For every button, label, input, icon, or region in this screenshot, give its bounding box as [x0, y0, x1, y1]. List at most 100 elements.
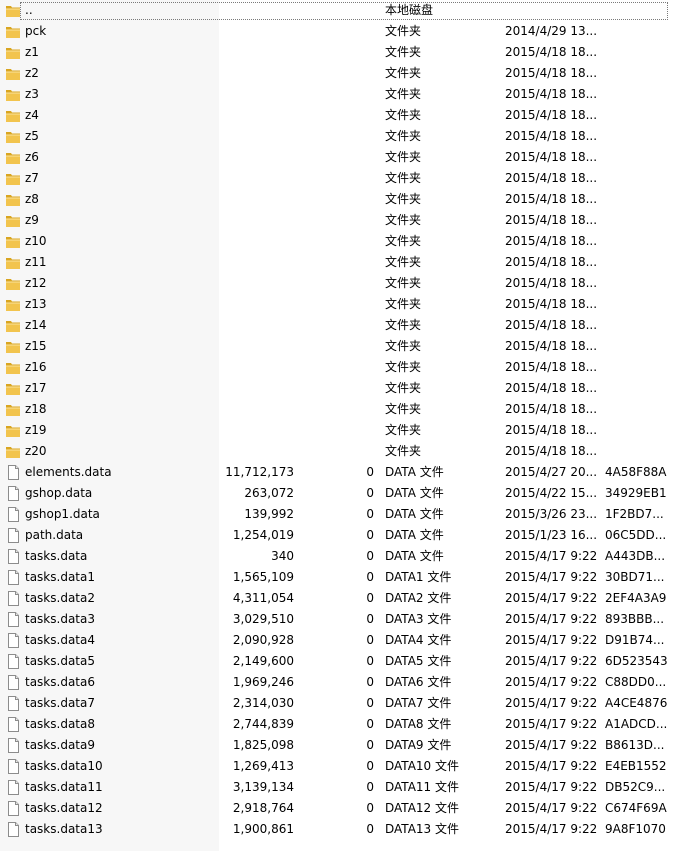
file-row[interactable]: tasks.data7 2,314,030 0 DATA7 文件 2015/4/17 9…: [0, 693, 682, 714]
row-name: tasks.data10: [25, 759, 103, 773]
file-row[interactable]: z12 文件夹 2015/4/18 18...: [0, 273, 682, 294]
row-date: 2015/4/17 9:22: [505, 801, 598, 815]
row-type: DATA5 文件: [385, 654, 452, 668]
row-type: 文件夹: [385, 423, 422, 437]
row-packed: 0: [366, 486, 374, 500]
row-type: DATA11 文件: [385, 780, 459, 794]
row-crc: B8613D...: [605, 738, 665, 752]
row-type: 文件夹: [385, 66, 422, 80]
row-date: 2015/4/18 18...: [505, 360, 598, 374]
file-row[interactable]: z20 文件夹 2015/4/18 18...: [0, 441, 682, 462]
row-crc: [605, 105, 680, 126]
row-packed: 0: [366, 738, 374, 752]
row-date: 2015/4/22 15...: [505, 486, 598, 500]
file-row[interactable]: z16 文件夹 2015/4/18 18...: [0, 357, 682, 378]
row-size: [219, 210, 294, 231]
file-row[interactable]: tasks.data3 3,029,510 0 DATA3 文件 2015/4/17 9…: [0, 609, 682, 630]
row-name: tasks.data8: [25, 717, 95, 731]
row-date: 2015/4/17 9:22: [505, 738, 598, 752]
row-date: 2015/4/17 9:22: [505, 717, 598, 731]
row-size: 4,311,054: [232, 591, 294, 605]
file-icon: [5, 486, 21, 501]
file-row[interactable]: elements.data 11,712,173 0 DATA 文件 2015/4/27…: [0, 462, 682, 483]
file-row[interactable]: tasks.data10 1,269,413 0 DATA10 文件 2015/4/17…: [0, 756, 682, 777]
file-row[interactable]: z5 文件夹 2015/4/18 18...: [0, 126, 682, 147]
row-date: 2015/4/17 9:22: [505, 591, 598, 605]
row-crc: 6D523543: [605, 654, 668, 668]
folder-icon: [5, 339, 21, 354]
row-size: [219, 399, 294, 420]
file-row[interactable]: z9 文件夹 2015/4/18 18...: [0, 210, 682, 231]
file-list[interactable]: .. 本地磁盘 pck 文件夹 2014/4/29 13... z1 文件夹 2015/4/1…: [0, 0, 682, 851]
row-type: 文件夹: [385, 45, 422, 59]
file-row[interactable]: z3 文件夹 2015/4/18 18...: [0, 84, 682, 105]
file-row[interactable]: tasks.data9 1,825,098 0 DATA9 文件 2015/4/17 9…: [0, 735, 682, 756]
file-row[interactable]: z10 文件夹 2015/4/18 18...: [0, 231, 682, 252]
parent-directory-row[interactable]: .. 本地磁盘: [0, 0, 682, 21]
row-name: tasks.data1: [25, 570, 95, 584]
row-type: DATA13 文件: [385, 822, 459, 836]
row-date: 2015/4/17 9:22: [505, 612, 598, 626]
file-row[interactable]: gshop.data 263,072 0 DATA 文件 2015/4/22 15...…: [0, 483, 682, 504]
file-row[interactable]: gshop1.data 139,992 0 DATA 文件 2015/3/26 23..…: [0, 504, 682, 525]
row-size: [219, 189, 294, 210]
file-row[interactable]: tasks.data6 1,969,246 0 DATA6 文件 2015/4/17 9…: [0, 672, 682, 693]
file-icon: [5, 801, 21, 816]
row-type: 文件夹: [385, 402, 422, 416]
file-row[interactable]: tasks.data5 2,149,600 0 DATA5 文件 2015/4/17 9…: [0, 651, 682, 672]
file-row[interactable]: tasks.data2 4,311,054 0 DATA2 文件 2015/4/17 9…: [0, 588, 682, 609]
row-size: [219, 42, 294, 63]
row-packed: 0: [366, 570, 374, 584]
row-date: 2015/3/26 23...: [505, 507, 598, 521]
row-date: 2015/4/18 18...: [505, 150, 598, 164]
file-row[interactable]: z19 文件夹 2015/4/18 18...: [0, 420, 682, 441]
row-type: 文件夹: [385, 339, 422, 353]
row-packed: [300, 126, 374, 147]
file-row[interactable]: tasks.data8 2,744,839 0 DATA8 文件 2015/4/17 9…: [0, 714, 682, 735]
row-crc: [605, 399, 680, 420]
file-row[interactable]: z15 文件夹 2015/4/18 18...: [0, 336, 682, 357]
file-row[interactable]: tasks.data 340 0 DATA 文件 2015/4/17 9:22 A443D…: [0, 546, 682, 567]
file-row[interactable]: z2 文件夹 2015/4/18 18...: [0, 63, 682, 84]
row-crc: [605, 378, 680, 399]
row-size: 263,072: [244, 486, 294, 500]
row-date: 2015/4/17 9:22: [505, 696, 598, 710]
row-name: z11: [25, 255, 47, 269]
row-name: z16: [25, 360, 47, 374]
row-date: 2015/4/18 18...: [505, 129, 598, 143]
row-packed: [300, 273, 374, 294]
file-row[interactable]: tasks.data12 2,918,764 0 DATA12 文件 2015/4/17…: [0, 798, 682, 819]
row-packed: 0: [366, 507, 374, 521]
file-icon: [5, 696, 21, 711]
row-crc: [605, 231, 680, 252]
file-row[interactable]: z18 文件夹 2015/4/18 18...: [0, 399, 682, 420]
file-icon: [5, 738, 21, 753]
file-row[interactable]: z17 文件夹 2015/4/18 18...: [0, 378, 682, 399]
file-row[interactable]: tasks.data13 1,900,861 0 DATA13 文件 2015/4/17…: [0, 819, 682, 840]
file-row[interactable]: z4 文件夹 2015/4/18 18...: [0, 105, 682, 126]
file-row[interactable]: pck 文件夹 2014/4/29 13...: [0, 21, 682, 42]
row-name: path.data: [25, 528, 84, 542]
row-date: 2015/4/27 20...: [505, 465, 598, 479]
row-size: [219, 441, 294, 462]
row-crc: [605, 84, 680, 105]
row-crc: 9A8F1070: [605, 822, 666, 836]
file-row[interactable]: tasks.data4 2,090,928 0 DATA4 文件 2015/4/17 9…: [0, 630, 682, 651]
row-crc: [605, 63, 680, 84]
row-type: 文件夹: [385, 213, 422, 227]
row-packed: 0: [366, 801, 374, 815]
file-row[interactable]: z6 文件夹 2015/4/18 18...: [0, 147, 682, 168]
file-row[interactable]: z8 文件夹 2015/4/18 18...: [0, 189, 682, 210]
file-row[interactable]: path.data 1,254,019 0 DATA 文件 2015/1/23 16..…: [0, 525, 682, 546]
file-row[interactable]: tasks.data11 3,139,134 0 DATA11 文件 2015/4/17…: [0, 777, 682, 798]
file-row[interactable]: z11 文件夹 2015/4/18 18...: [0, 252, 682, 273]
file-row[interactable]: z14 文件夹 2015/4/18 18...: [0, 315, 682, 336]
file-row[interactable]: z7 文件夹 2015/4/18 18...: [0, 168, 682, 189]
row-name: tasks.data13: [25, 822, 103, 836]
row-name: z9: [25, 213, 39, 227]
file-row[interactable]: z1 文件夹 2015/4/18 18...: [0, 42, 682, 63]
folder-icon: [5, 3, 21, 18]
file-row[interactable]: tasks.data1 1,565,109 0 DATA1 文件 2015/4/17 9…: [0, 567, 682, 588]
file-row[interactable]: z13 文件夹 2015/4/18 18...: [0, 294, 682, 315]
row-type: 文件夹: [385, 171, 422, 185]
